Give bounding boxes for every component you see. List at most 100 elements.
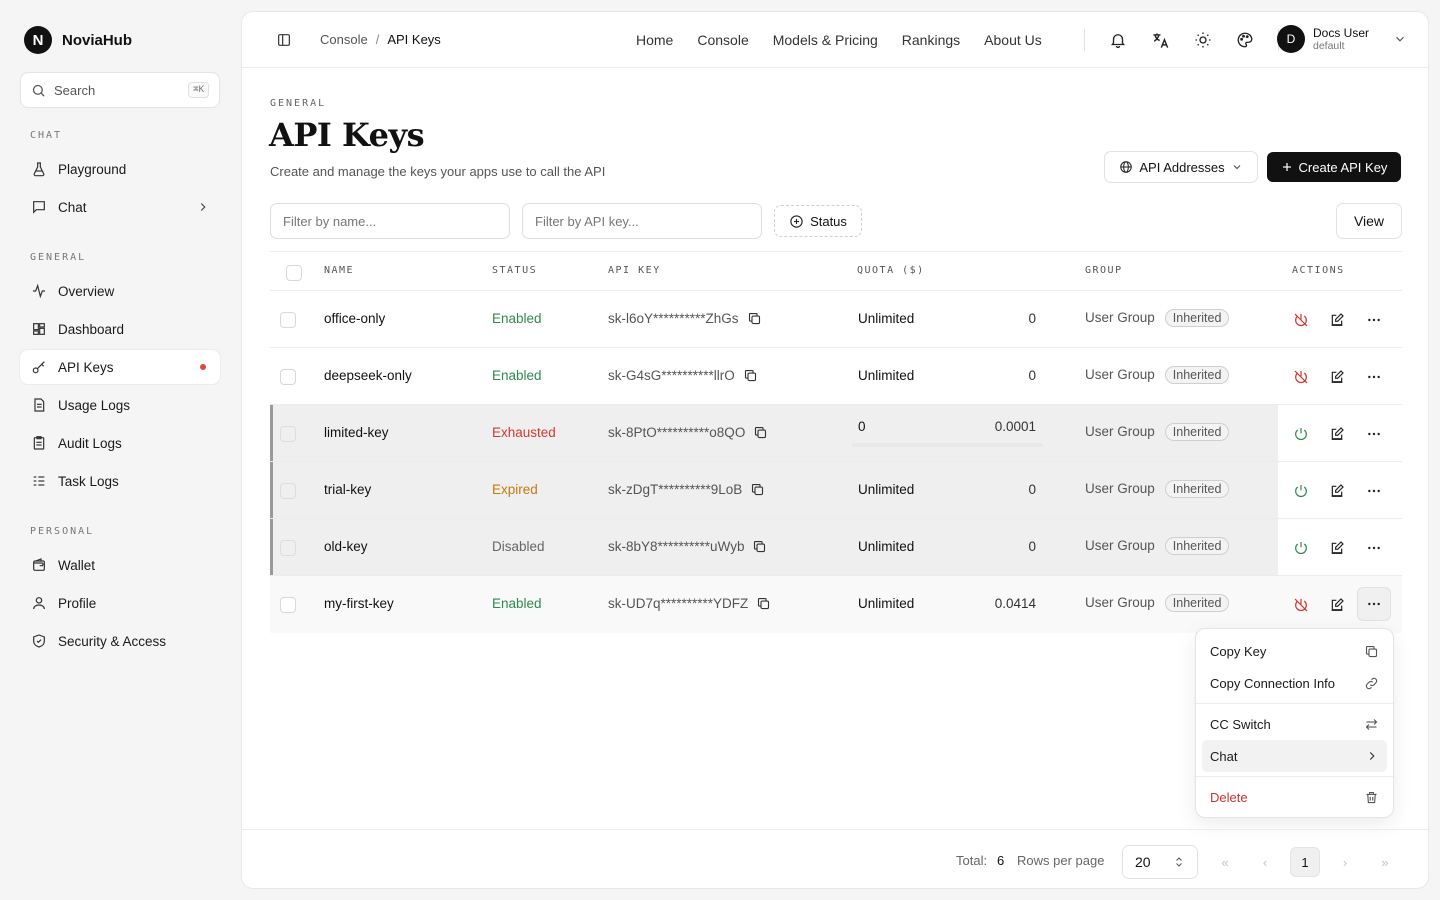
row-checkbox[interactable] xyxy=(280,483,296,499)
sidebar-item-label: Chat xyxy=(58,199,87,215)
table-footer: Total: 6 Rows per page 20 « ‹ 1 › » xyxy=(242,829,1428,888)
sidebar-item-playground[interactable]: Playground xyxy=(20,152,220,186)
more-actions-icon[interactable] xyxy=(1361,535,1387,561)
menu-item-chat[interactable]: Chat xyxy=(1202,740,1387,772)
row-checkbox[interactable] xyxy=(280,312,296,328)
nav-rankings[interactable]: Rankings xyxy=(902,32,960,48)
table-row[interactable]: deepseek-only Enabled sk-G4sG**********llr… xyxy=(270,348,1402,405)
api-addresses-button[interactable]: API Addresses xyxy=(1104,151,1258,183)
more-actions-icon[interactable] xyxy=(1361,421,1387,447)
quota-limit: Unlimited xyxy=(858,596,915,611)
key-icon xyxy=(30,358,48,376)
more-actions-icon[interactable] xyxy=(1361,364,1387,390)
copy-icon[interactable] xyxy=(752,539,767,554)
last-page-button[interactable]: » xyxy=(1370,847,1400,877)
more-actions-icon[interactable] xyxy=(1357,587,1391,621)
nav-home[interactable]: Home xyxy=(636,32,673,48)
inherited-badge: Inherited xyxy=(1164,594,1230,612)
sidebar-item-usage-logs[interactable]: Usage Logs xyxy=(20,388,220,422)
table-row[interactable]: old-key Disabled sk-8bY8**********uWyb Unli… xyxy=(270,519,1402,576)
search-input[interactable]: Search ⌘K xyxy=(20,72,220,108)
row-checkbox[interactable] xyxy=(280,540,296,556)
menu-divider xyxy=(1196,776,1393,777)
palette-icon[interactable] xyxy=(1236,31,1254,49)
brand-logo: N xyxy=(24,26,52,54)
row-checkbox[interactable] xyxy=(280,369,296,385)
quota-limit: 0 xyxy=(858,419,866,434)
sidebar-toggle-icon[interactable] xyxy=(276,32,292,48)
nav-console[interactable]: Console xyxy=(697,32,748,48)
rows-per-page-value: 20 xyxy=(1135,854,1151,870)
power-off-icon[interactable] xyxy=(1288,364,1314,390)
row-checkbox[interactable] xyxy=(280,426,296,442)
status-filter-button[interactable]: Status xyxy=(774,205,862,237)
sidebar-item-task-logs[interactable]: Task Logs xyxy=(20,464,220,498)
sidebar-item-chat[interactable]: Chat xyxy=(20,190,220,224)
sun-icon[interactable] xyxy=(1194,31,1212,49)
power-off-icon[interactable] xyxy=(1288,592,1314,618)
page-eyebrow: GENERAL xyxy=(270,98,327,109)
sidebar-item-label: Wallet xyxy=(58,557,96,573)
edit-icon[interactable] xyxy=(1324,421,1350,447)
copy-icon[interactable] xyxy=(743,368,758,383)
filter-name-input[interactable]: Filter by name... xyxy=(270,203,510,239)
table-row[interactable]: my-first-key Enabled sk-UD7q**********YDFZ… xyxy=(270,576,1402,633)
copy-icon[interactable] xyxy=(756,596,771,611)
sidebar-item-overview[interactable]: Overview xyxy=(20,274,220,308)
edit-icon[interactable] xyxy=(1324,592,1350,618)
power-icon[interactable] xyxy=(1288,535,1314,561)
nav-models-pricing[interactable]: Models & Pricing xyxy=(773,32,878,48)
power-icon[interactable] xyxy=(1288,478,1314,504)
breadcrumb-console[interactable]: Console xyxy=(320,32,368,47)
brand[interactable]: N NoviaHub xyxy=(24,26,132,54)
rows-per-page-select[interactable]: 20 xyxy=(1122,845,1198,879)
group-cell: User Group Inherited xyxy=(1085,594,1230,612)
translate-icon[interactable] xyxy=(1151,31,1170,50)
sidebar-item-audit-logs[interactable]: Audit Logs xyxy=(20,426,220,460)
key-name: limited-key xyxy=(324,425,389,440)
more-actions-icon[interactable] xyxy=(1361,307,1387,333)
row-checkbox[interactable] xyxy=(280,597,296,613)
table-row[interactable]: trial-key Expired sk-zDgT**********9LoB Unl… xyxy=(270,462,1402,519)
quota-used: 0.0414 xyxy=(994,596,1036,611)
sidebar-item-profile[interactable]: Profile xyxy=(20,586,220,620)
create-api-key-button[interactable]: Create API Key xyxy=(1267,152,1401,182)
previous-page-button[interactable]: ‹ xyxy=(1250,847,1280,877)
filter-key-input[interactable]: Filter by API key... xyxy=(522,203,762,239)
copy-icon[interactable] xyxy=(753,425,768,440)
edit-icon[interactable] xyxy=(1324,478,1350,504)
bell-icon[interactable] xyxy=(1109,31,1127,49)
sidebar-item-security[interactable]: Security & Access xyxy=(20,624,220,658)
chevron-updown-icon xyxy=(1173,855,1185,869)
menu-item-copy-connection-info[interactable]: Copy Connection Info xyxy=(1202,667,1387,699)
chevron-right-icon xyxy=(1365,749,1379,763)
edit-icon[interactable] xyxy=(1324,535,1350,561)
menu-item-cc-switch[interactable]: CC Switch xyxy=(1202,708,1387,740)
select-all-checkbox[interactable] xyxy=(286,265,302,281)
view-button[interactable]: View xyxy=(1336,203,1402,239)
next-page-button[interactable]: › xyxy=(1330,847,1360,877)
sidebar-item-api-keys[interactable]: API Keys xyxy=(20,350,220,384)
api-key-cell: sk-8bY8**********uWyb xyxy=(608,539,767,554)
menu-item-delete[interactable]: Delete xyxy=(1202,781,1387,813)
dashboard-icon xyxy=(30,320,48,338)
quota-limit: Unlimited xyxy=(858,368,915,383)
user-menu[interactable]: D Docs User default xyxy=(1277,25,1407,53)
copy-icon[interactable] xyxy=(750,482,765,497)
power-off-icon[interactable] xyxy=(1288,307,1314,333)
api-key-masked: sk-zDgT**********9LoB xyxy=(608,482,743,497)
power-icon[interactable] xyxy=(1288,421,1314,447)
menu-item-copy-key[interactable]: Copy Key xyxy=(1202,635,1387,667)
sidebar-item-wallet[interactable]: Wallet xyxy=(20,548,220,582)
table-row[interactable]: limited-key Exhausted sk-8PtO**********o8Q… xyxy=(270,405,1402,462)
table-row[interactable]: office-only Enabled sk-l6oY**********ZhGs U… xyxy=(270,291,1402,348)
sidebar-item-dashboard[interactable]: Dashboard xyxy=(20,312,220,346)
key-name: trial-key xyxy=(324,482,372,497)
edit-icon[interactable] xyxy=(1324,307,1350,333)
nav-about-us[interactable]: About Us xyxy=(984,32,1042,48)
page-button-current[interactable]: 1 xyxy=(1290,847,1320,877)
copy-icon[interactable] xyxy=(747,311,762,326)
first-page-button[interactable]: « xyxy=(1210,847,1240,877)
more-actions-icon[interactable] xyxy=(1361,478,1387,504)
edit-icon[interactable] xyxy=(1324,364,1350,390)
